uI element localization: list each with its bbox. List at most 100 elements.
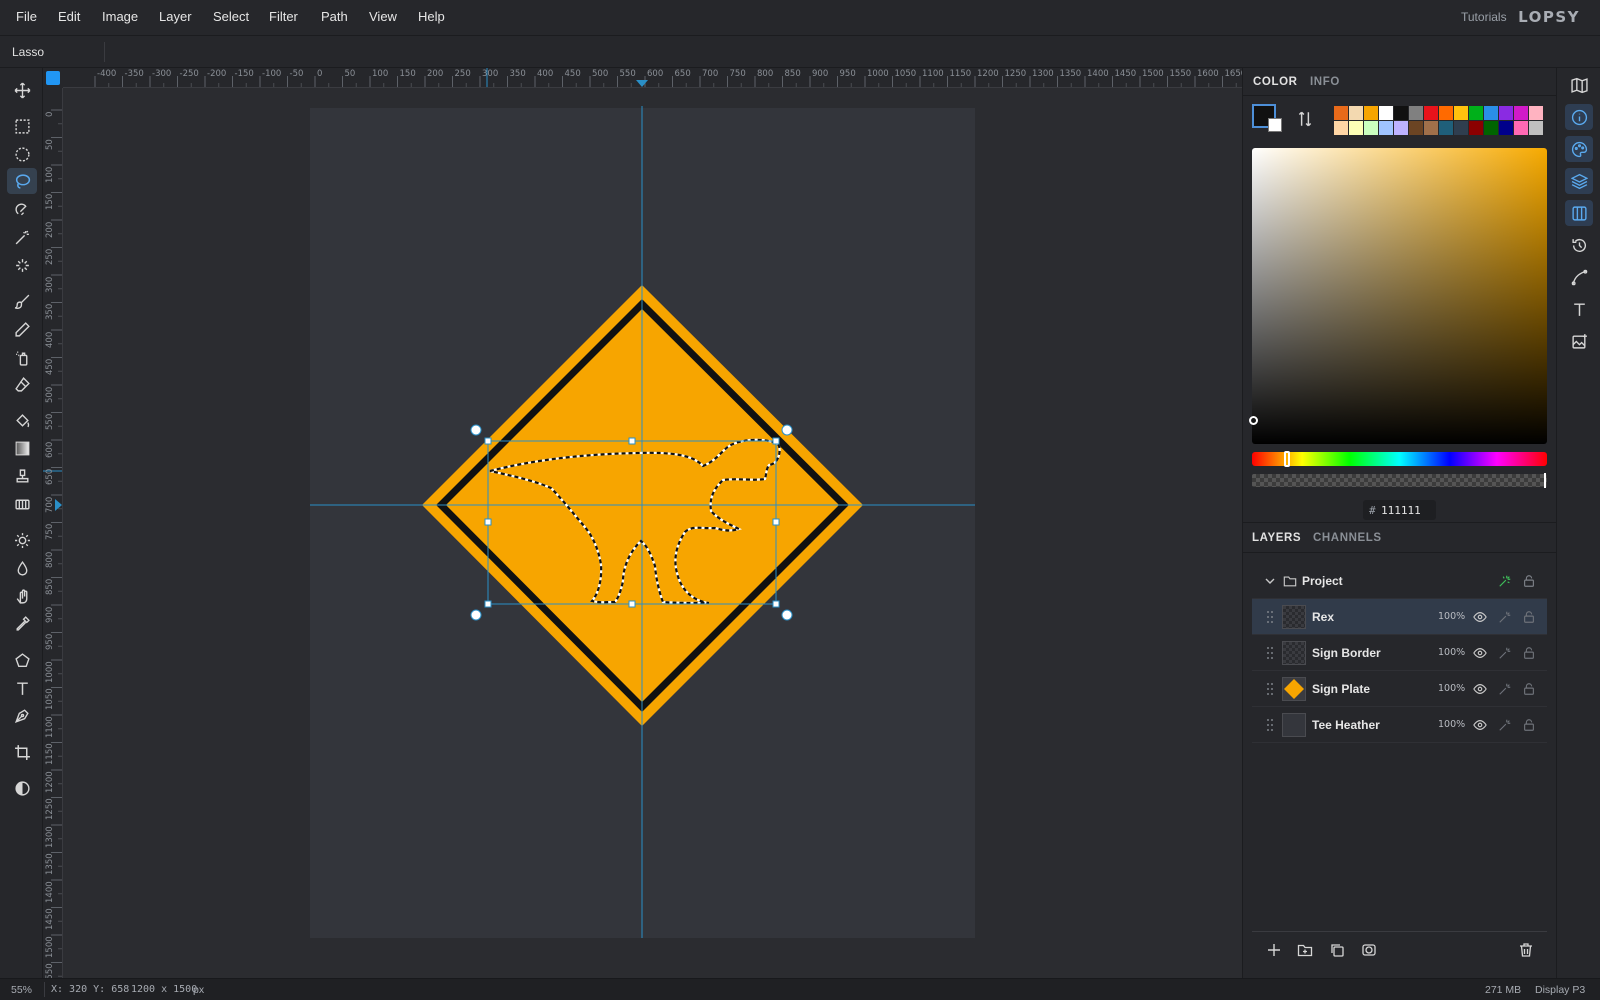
image-adjust-icon[interactable] (1565, 328, 1593, 354)
polygon-tool-icon[interactable] (7, 647, 37, 673)
palette-swatch[interactable] (1364, 121, 1378, 135)
layer-name[interactable]: Rex (1312, 610, 1334, 624)
palette-swatch[interactable] (1349, 121, 1363, 135)
palette-swatch[interactable] (1454, 106, 1468, 120)
clone-stamp-tool-icon[interactable] (7, 463, 37, 489)
palette-swatch[interactable] (1334, 106, 1348, 120)
palette-swatch[interactable] (1409, 106, 1423, 120)
palette-swatch[interactable] (1379, 121, 1393, 135)
contrast-mask-icon[interactable] (7, 775, 37, 801)
effects-icon[interactable] (1498, 718, 1512, 732)
eye-icon[interactable] (1473, 610, 1487, 624)
map-icon[interactable] (1565, 72, 1593, 98)
quick-select-tool-icon[interactable] (7, 252, 37, 278)
palette-swatch[interactable] (1499, 106, 1513, 120)
tab-channels[interactable]: CHANNELS (1313, 532, 1382, 544)
pencil-tool-icon[interactable] (7, 316, 37, 342)
fill-bucket-tool-icon[interactable] (7, 408, 37, 434)
eye-icon[interactable] (1473, 718, 1487, 732)
menu-edit[interactable]: Edit (58, 9, 80, 24)
palette-swatch[interactable] (1439, 106, 1453, 120)
guide-marker[interactable] (636, 80, 648, 87)
brush-tool-icon[interactable] (7, 288, 37, 314)
drag-handle-icon[interactable] (1266, 646, 1274, 660)
spray-tool-icon[interactable] (7, 344, 37, 370)
drag-handle-icon[interactable] (1266, 682, 1274, 696)
palette-swatch[interactable] (1394, 106, 1408, 120)
layer-opacity[interactable]: 100% (1438, 647, 1465, 658)
character-icon[interactable] (1565, 296, 1593, 322)
lock-icon[interactable] (1522, 682, 1536, 696)
duplicate-layer-icon[interactable] (1329, 942, 1345, 958)
lock-icon[interactable] (1522, 646, 1536, 660)
palette-swatch[interactable] (1439, 121, 1453, 135)
menu-filter[interactable]: Filter (269, 9, 298, 24)
palette-swatch[interactable] (1469, 121, 1483, 135)
add-layer-icon[interactable] (1266, 942, 1282, 958)
tab-color[interactable]: COLOR (1253, 76, 1298, 88)
menu-view[interactable]: View (369, 9, 397, 24)
smudge-tool-icon[interactable] (7, 583, 37, 609)
palette-swatch[interactable] (1514, 106, 1528, 120)
palette-swatch[interactable] (1454, 121, 1468, 135)
lock-icon[interactable] (1522, 718, 1536, 732)
drag-handle-icon[interactable] (1266, 610, 1274, 624)
effects-icon[interactable] (1498, 574, 1512, 588)
rect-select-tool-icon[interactable] (7, 113, 37, 139)
effects-icon[interactable] (1498, 646, 1512, 660)
menu-layer[interactable]: Layer (159, 9, 192, 24)
crop-tool-icon[interactable] (7, 739, 37, 765)
move-tool-icon[interactable] (7, 77, 37, 103)
background-color-swatch[interactable] (1268, 118, 1282, 132)
effects-icon[interactable] (1498, 682, 1512, 696)
eye-icon[interactable] (1473, 682, 1487, 696)
eyedropper-tool-icon[interactable] (7, 610, 37, 636)
tutorials-link[interactable]: Tutorials (1461, 10, 1507, 24)
pattern-stamp-tool-icon[interactable] (7, 491, 37, 517)
menu-file[interactable]: File (16, 9, 37, 24)
palette-swatch[interactable] (1484, 106, 1498, 120)
tab-layers[interactable]: LAYERS (1252, 532, 1301, 544)
layer-name[interactable]: Sign Border (1312, 646, 1381, 660)
ellipse-select-tool-icon[interactable] (7, 141, 37, 167)
vertical-ruler[interactable]: 0 50 100 150 200 250 300 350 400 450 500 550 600 650 7… (43, 88, 63, 978)
layer-opacity[interactable]: 100% (1438, 719, 1465, 730)
layer-row-sign-border[interactable]: Sign Border 100% (1252, 635, 1547, 671)
menu-select[interactable]: Select (213, 9, 249, 24)
layer-row-sign-plate[interactable]: Sign Plate 100% (1252, 671, 1547, 707)
palette-swatch[interactable] (1469, 106, 1483, 120)
layer-opacity[interactable]: 100% (1438, 683, 1465, 694)
paths-icon[interactable] (1565, 264, 1593, 290)
menu-path[interactable]: Path (321, 9, 348, 24)
effects-icon[interactable] (1498, 610, 1512, 624)
palette-swatch[interactable] (1484, 121, 1498, 135)
layer-mask-icon[interactable] (1361, 942, 1377, 958)
horizontal-ruler[interactable]: -400 -350 -300 -250 -200 -150 -100 -50 0 50 100 150… (63, 68, 1242, 88)
palette-swatch[interactable] (1349, 106, 1363, 120)
ruler-origin[interactable] (43, 68, 63, 88)
eraser-tool-icon[interactable] (7, 371, 37, 397)
trash-icon[interactable] (1518, 942, 1534, 958)
zoom-level[interactable]: 55% (11, 984, 32, 996)
menu-image[interactable]: Image (102, 9, 138, 24)
chevron-down-icon[interactable] (1264, 575, 1276, 587)
pen-tool-icon[interactable] (7, 702, 37, 728)
palette-swatch[interactable] (1424, 106, 1438, 120)
layer-row-rex[interactable]: Rex 100% (1252, 599, 1547, 635)
palette-swatch[interactable] (1529, 121, 1543, 135)
layer-name[interactable]: Sign Plate (1312, 682, 1370, 696)
palette-swatch[interactable] (1334, 121, 1348, 135)
palette-swatch[interactable] (1364, 106, 1378, 120)
layer-row-tee-heather[interactable]: Tee Heather 100% (1252, 707, 1547, 743)
palette-swatch[interactable] (1394, 121, 1408, 135)
palette-swatch[interactable] (1499, 121, 1513, 135)
drag-handle-icon[interactable] (1266, 718, 1274, 732)
eye-icon[interactable] (1473, 646, 1487, 660)
layer-group-project[interactable]: Project (1252, 563, 1547, 599)
new-group-icon[interactable] (1297, 942, 1313, 958)
lock-icon[interactable] (1522, 610, 1536, 624)
blur-tool-icon[interactable] (7, 555, 37, 581)
text-tool-icon[interactable] (7, 675, 37, 701)
layer-name[interactable]: Tee Heather (1312, 718, 1380, 732)
palette-swatch[interactable] (1379, 106, 1393, 120)
